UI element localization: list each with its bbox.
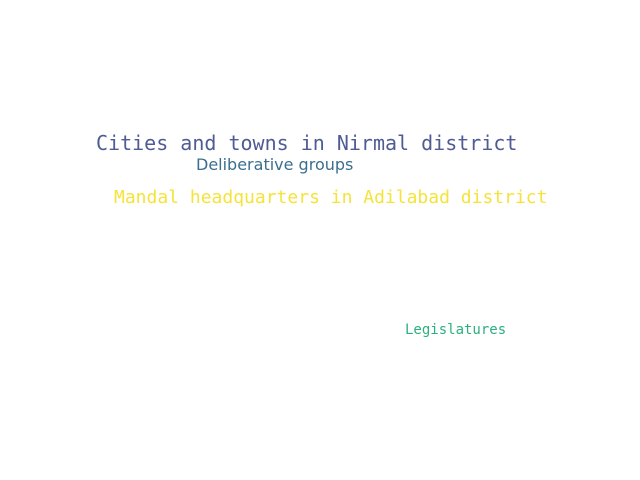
word-cloud: Cities and towns in Nirmal district Deli… [0,0,640,480]
word-deliberative-groups: Deliberative groups [196,155,354,174]
word-cities-and-towns-in-nirmal-district: Cities and towns in Nirmal district [96,131,518,155]
word-mandal-headquarters-in-adilabad-district: Mandal headquarters in Adilabad district [114,187,548,208]
word-legislatures: Legislatures [405,322,507,338]
